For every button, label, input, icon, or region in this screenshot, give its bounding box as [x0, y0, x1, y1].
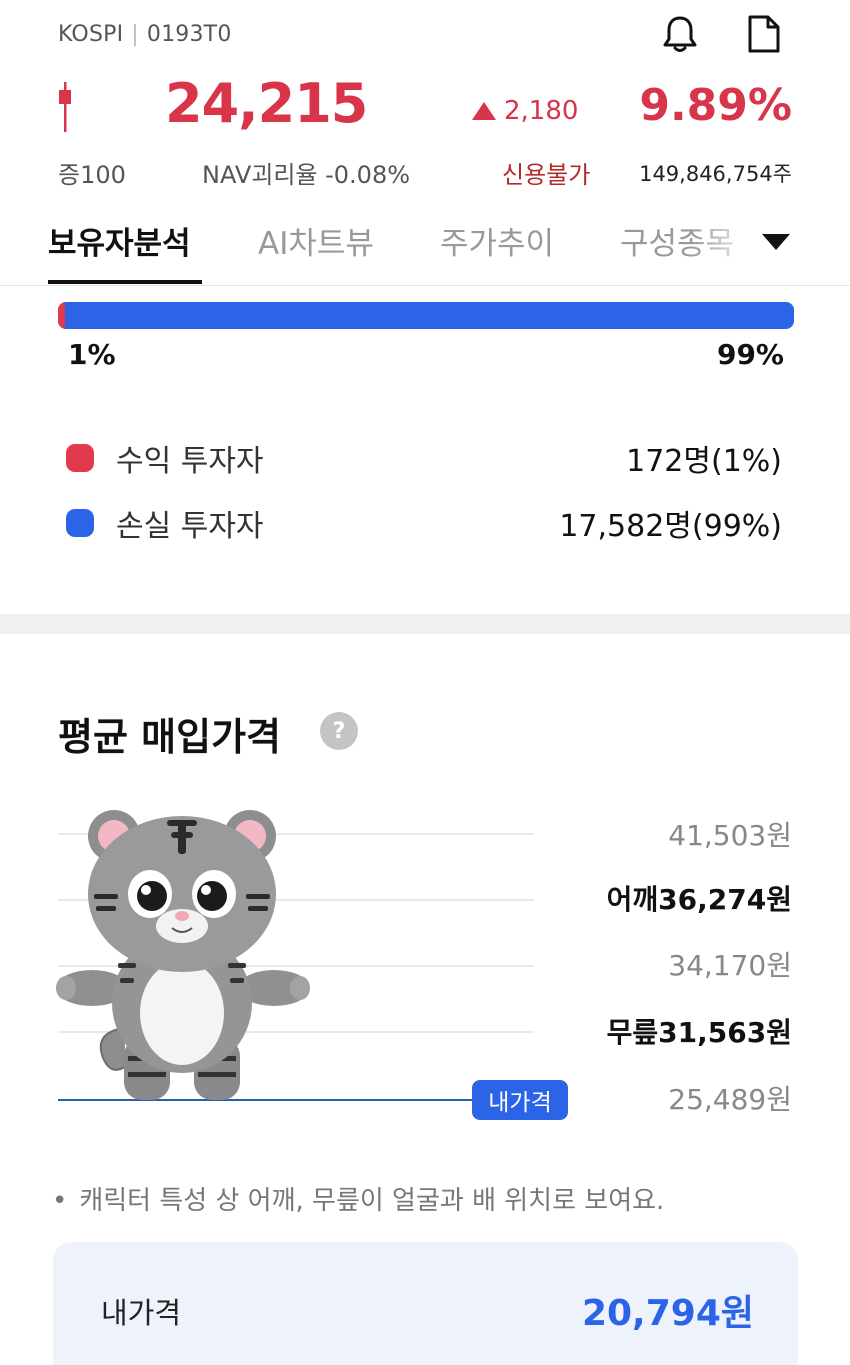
note-text: 캐릭터 특성 상 어깨, 무릎이 얼굴과 배 위치로 보여요. [79, 1186, 665, 1216]
my-price-badge: 내가격 [472, 1080, 568, 1120]
my-price-label: 내가격 [101, 1296, 182, 1330]
tab-ai-chart-view[interactable]: AI차트뷰 [258, 218, 374, 263]
tiger-character-image [56, 810, 310, 1100]
price-level-bottom: 25,489원 [668, 1083, 792, 1116]
listed-shares: 149,846,754주 [639, 162, 792, 186]
price-level-top: 41,503원 [668, 819, 792, 852]
section-divider [0, 614, 850, 634]
loss-legend-dot [66, 509, 94, 537]
legend-label: 손실 투자자 [116, 509, 264, 544]
tab-holder-analysis[interactable]: 보유자분석 [48, 218, 191, 263]
market-name: KOSPI [58, 22, 124, 47]
help-icon[interactable]: ? [320, 712, 358, 750]
my-price-card: 내가격 20,794원 [53, 1242, 798, 1365]
up-arrow-icon [472, 102, 496, 120]
tab-price-trend[interactable]: 주가추이 [440, 218, 554, 263]
loss-ratio-label: 99% [716, 338, 784, 371]
candle-icon [59, 82, 71, 132]
stock-code: 0193T0 [146, 22, 232, 47]
legend-value: 17,582명(99%) [559, 509, 782, 544]
section-title-avg-price: 평균 매입가격 [58, 715, 281, 759]
tab-fade [690, 218, 760, 278]
gain-legend-dot [66, 444, 94, 472]
bell-icon [663, 16, 697, 52]
my-price-value: 20,794원 [581, 1293, 754, 1334]
gain-ratio-fill [58, 302, 66, 329]
price-level-knee: 무릎31,563원 [606, 1016, 792, 1049]
notification-button[interactable] [658, 12, 702, 56]
price-level-middle: 34,170원 [668, 949, 792, 982]
gain-ratio-label: 1% [68, 338, 116, 371]
legend-value: 172명(1%) [626, 444, 782, 479]
price-change: 2,180 [472, 96, 578, 126]
legend-gain-investors: 수익 투자자 172명(1%) [66, 438, 782, 479]
price-change-percent: 9.89% [639, 80, 792, 131]
margin-rate: 증100 [58, 161, 126, 189]
current-price: 24,215 [165, 72, 368, 135]
character-note: • 캐릭터 특성 상 어깨, 무릎이 얼굴과 배 위치로 보여요. [52, 1180, 664, 1217]
separator: | [131, 22, 139, 47]
credit-status: 신용불가 [502, 161, 591, 189]
tab-more-dropdown-icon[interactable] [762, 234, 790, 250]
nav-gap: NAV괴리율 -0.08% [202, 161, 411, 189]
stock-code-line: KOSPI | 0193T0 [58, 22, 232, 47]
active-tab-indicator [48, 280, 202, 284]
note-bullet: • [52, 1186, 68, 1216]
price-change-value: 2,180 [504, 96, 579, 126]
document-icon [748, 15, 780, 53]
document-button[interactable] [742, 12, 786, 56]
legend-loss-investors: 손실 투자자 17,582명(99%) [66, 503, 782, 544]
price-level-shoulder: 어깨36,274원 [606, 883, 792, 916]
investor-ratio-bar [58, 302, 794, 329]
legend-label: 수익 투자자 [116, 444, 264, 479]
